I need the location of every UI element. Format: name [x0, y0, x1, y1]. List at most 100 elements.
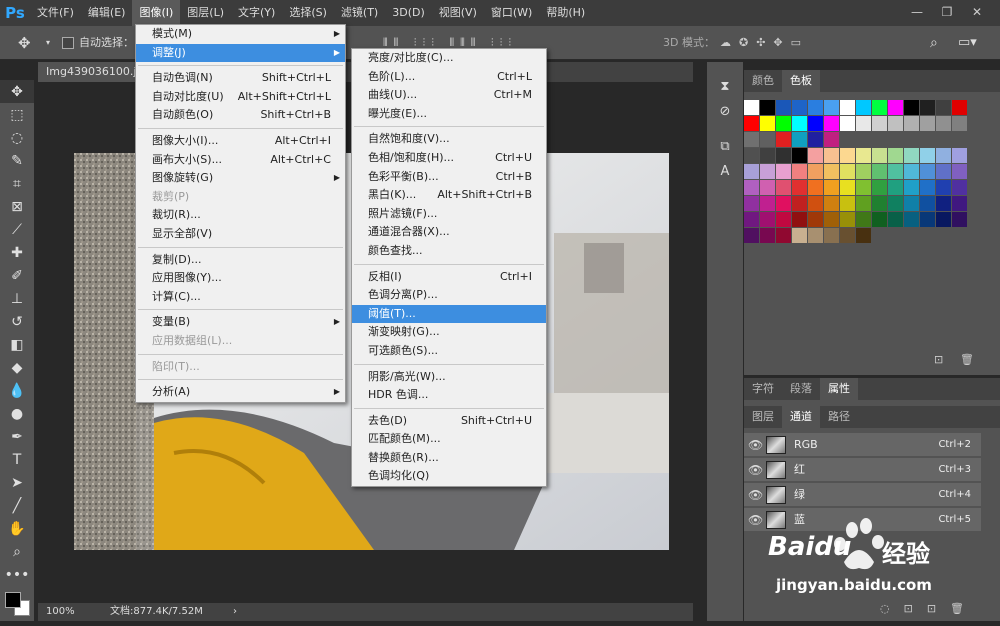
swatch[interactable]: [760, 116, 775, 131]
swatch[interactable]: [744, 116, 759, 131]
more-tools-icon[interactable]: •••: [0, 563, 34, 586]
search-icon[interactable]: ⌕: [930, 26, 938, 60]
swatch[interactable]: [776, 196, 791, 211]
menu-item[interactable]: 模式(M) ▶: [136, 25, 345, 44]
menu-item[interactable]: 色调分离(P)...: [352, 286, 546, 305]
restore-icon[interactable]: ❐: [935, 2, 959, 22]
swatch[interactable]: [760, 100, 775, 115]
minimize-icon[interactable]: —: [905, 2, 929, 22]
path-select-icon[interactable]: ➤: [0, 471, 34, 494]
menu-0[interactable]: 文件(F): [30, 0, 81, 26]
swatch[interactable]: [808, 116, 823, 131]
3d-tool-icons[interactable]: ☁✪✣✥▭: [720, 26, 809, 60]
swatch[interactable]: [824, 100, 839, 115]
swatch[interactable]: [792, 180, 807, 195]
crop-tool-icon[interactable]: ⌗: [0, 172, 34, 195]
swatch[interactable]: [872, 116, 887, 131]
new-swatch-icon[interactable]: ⊡: [934, 353, 943, 366]
swatch[interactable]: [904, 212, 919, 227]
document-tab[interactable]: Img439036100.jp: [38, 62, 148, 82]
swatch[interactable]: [792, 164, 807, 179]
lasso-tool-icon[interactable]: ◌: [0, 126, 34, 149]
swatch[interactable]: [840, 164, 855, 179]
swatch[interactable]: [840, 116, 855, 131]
swatch[interactable]: [760, 132, 775, 147]
swatch[interactable]: [904, 164, 919, 179]
swatch[interactable]: [760, 212, 775, 227]
history-brush-icon[interactable]: ↺: [0, 310, 34, 333]
swatch[interactable]: [920, 116, 935, 131]
menu-item[interactable]: 曲线(U)... Ctrl+M: [352, 86, 546, 105]
swatch[interactable]: [776, 132, 791, 147]
swatch[interactable]: [920, 164, 935, 179]
swatch[interactable]: [936, 196, 951, 211]
swatch[interactable]: [888, 148, 903, 163]
menu-item[interactable]: 自动颜色(O) Shift+Ctrl+B: [136, 106, 345, 125]
menu-item[interactable]: 曝光度(E)...: [352, 105, 546, 124]
auto-select-checkbox[interactable]: [62, 37, 74, 49]
eye-icon[interactable]: 👁: [748, 463, 763, 477]
swatch[interactable]: [776, 116, 791, 131]
menu-item[interactable]: 应用图像(Y)...: [136, 269, 345, 288]
type-tool-icon[interactable]: T: [0, 448, 34, 471]
swatch[interactable]: [936, 180, 951, 195]
menu-item[interactable]: 色彩平衡(B)... Ctrl+B: [352, 168, 546, 187]
swatch[interactable]: [808, 212, 823, 227]
menu-item[interactable]: 匹配颜色(M)...: [352, 430, 546, 449]
paint-bucket-icon[interactable]: ◆: [0, 356, 34, 379]
menu-item[interactable]: 色相/饱和度(H)... Ctrl+U: [352, 149, 546, 168]
menu-item[interactable]: 调整(J) ▶: [136, 43, 345, 63]
menu-item[interactable]: 色调均化(Q): [352, 467, 546, 486]
menu-2[interactable]: 图像(I): [132, 0, 181, 26]
swatch[interactable]: [856, 228, 871, 243]
swatch[interactable]: [760, 228, 775, 243]
swatch[interactable]: [776, 212, 791, 227]
swatch[interactable]: [952, 196, 967, 211]
swatch[interactable]: [824, 132, 839, 147]
swatch[interactable]: [856, 164, 871, 179]
panel-tab[interactable]: 属性: [820, 378, 858, 400]
swatch[interactable]: [856, 212, 871, 227]
clone-source-icon[interactable]: ⧉: [707, 134, 743, 159]
swatch[interactable]: [760, 148, 775, 163]
eraser-tool-icon[interactable]: ◧: [0, 333, 34, 356]
swatch[interactable]: [952, 148, 967, 163]
swatch[interactable]: [840, 196, 855, 211]
zoom-tool-icon[interactable]: ⌕: [0, 540, 34, 563]
swatch[interactable]: [824, 228, 839, 243]
panel-tab[interactable]: 图层: [744, 406, 782, 428]
menu-item[interactable]: 色阶(L)... Ctrl+L: [352, 68, 546, 87]
swatch[interactable]: [744, 196, 759, 211]
swatch[interactable]: [808, 196, 823, 211]
blur-tool-icon[interactable]: 💧: [0, 379, 34, 402]
eyedropper-tool-icon[interactable]: ⟋: [0, 218, 34, 241]
swatch[interactable]: [744, 100, 759, 115]
trash-icon[interactable]: 🗑: [960, 353, 974, 366]
healing-tool-icon[interactable]: ✚: [0, 241, 34, 264]
swatch[interactable]: [872, 196, 887, 211]
swatch[interactable]: [808, 180, 823, 195]
swatch[interactable]: [776, 148, 791, 163]
menu-4[interactable]: 文字(Y): [231, 0, 282, 26]
swatch[interactable]: [920, 148, 935, 163]
menu-item[interactable]: 自然饱和度(V)...: [352, 130, 546, 149]
swatch[interactable]: [808, 100, 823, 115]
brush-tool-icon[interactable]: ✐: [0, 264, 34, 287]
hand-tool-icon[interactable]: ✋: [0, 517, 34, 540]
swatch[interactable]: [936, 212, 951, 227]
swatch[interactable]: [744, 132, 759, 147]
swatch[interactable]: [872, 164, 887, 179]
menu-8[interactable]: 视图(V): [432, 0, 484, 26]
swatch[interactable]: [824, 196, 839, 211]
swatch[interactable]: [872, 100, 887, 115]
menu-10[interactable]: 帮助(H): [539, 0, 592, 26]
menu-1[interactable]: 编辑(E): [81, 0, 133, 26]
menu-item[interactable]: 照片滤镜(F)...: [352, 205, 546, 224]
color-swatches[interactable]: [0, 586, 34, 626]
swatch[interactable]: [920, 180, 935, 195]
menu-7[interactable]: 3D(D): [385, 0, 432, 26]
swatch[interactable]: [760, 164, 775, 179]
panel-tab[interactable]: 色板: [782, 70, 820, 92]
swatch[interactable]: [888, 116, 903, 131]
swatch[interactable]: [952, 164, 967, 179]
